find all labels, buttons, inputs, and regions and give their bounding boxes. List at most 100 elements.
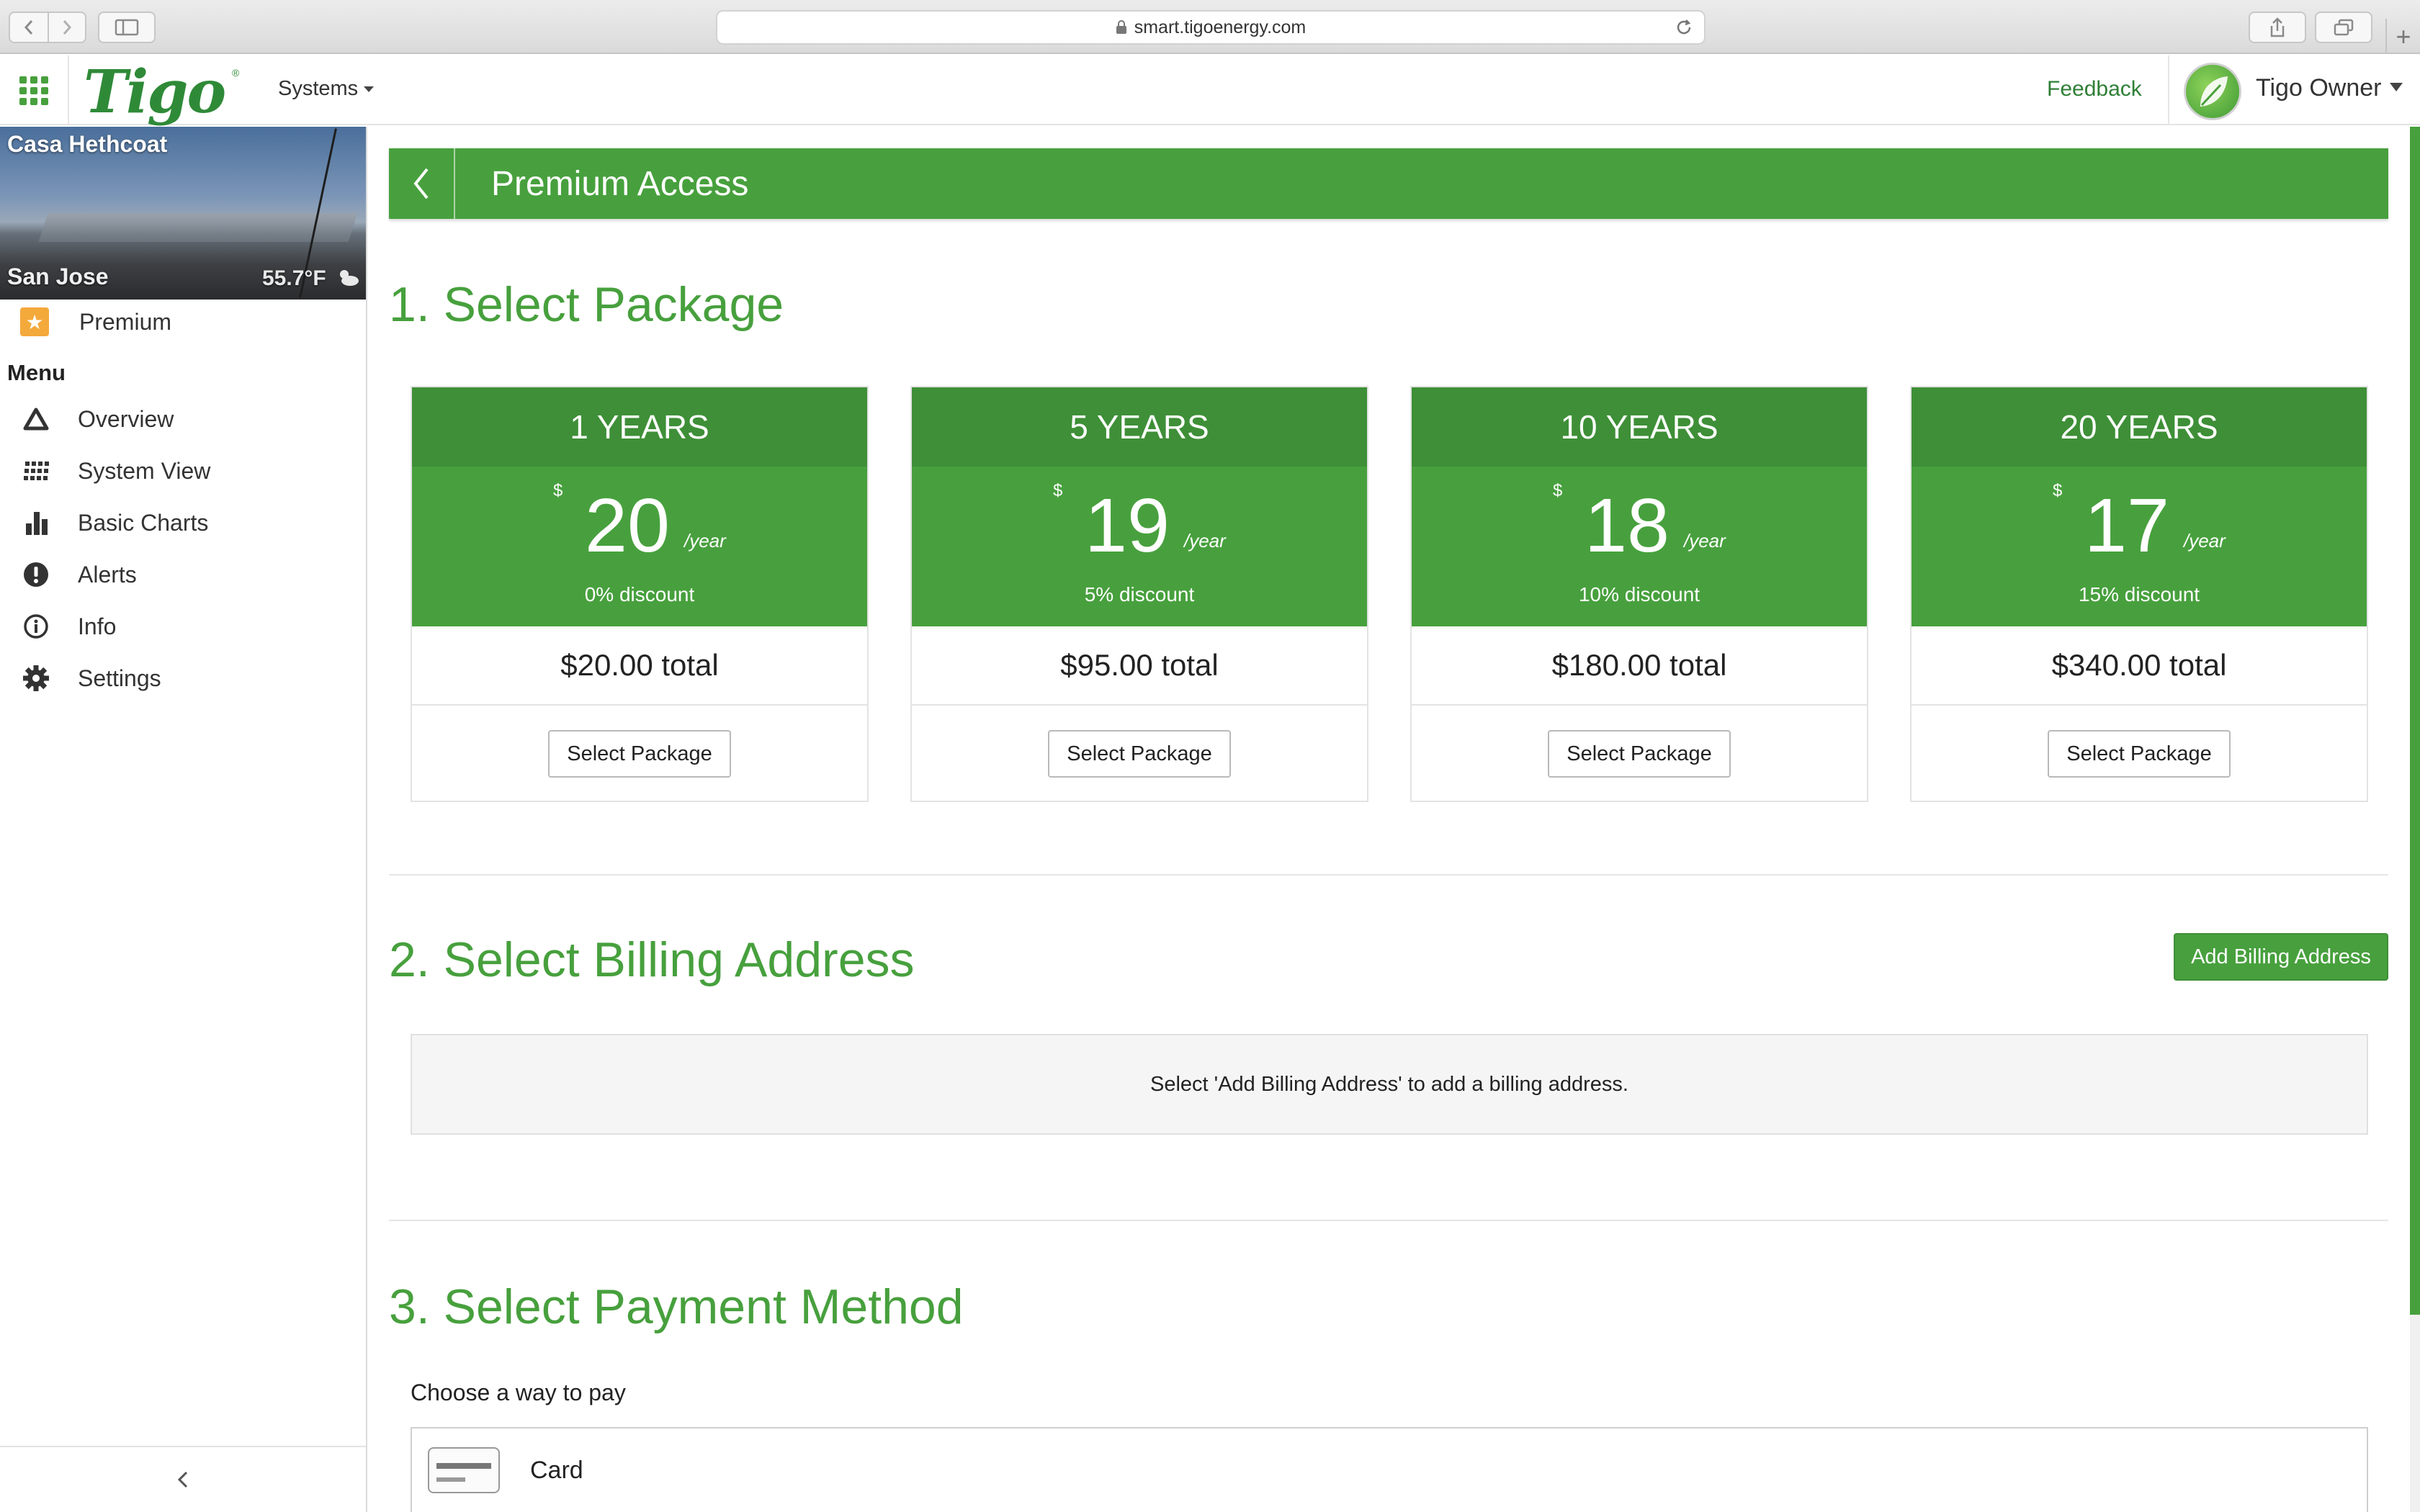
chevron-left-icon: [24, 20, 33, 35]
sidebar-item-system-view[interactable]: System View: [0, 445, 366, 497]
user-menu[interactable]: Tigo Owner: [2168, 55, 2420, 125]
chevron-left-icon: [413, 168, 429, 199]
package-card: 1 YEARS $ 20 /year 0% discount $20.00 to…: [411, 386, 869, 802]
address-bar[interactable]: smart.tigoenergy.com: [716, 10, 1706, 45]
package-action: Select Package: [912, 706, 1367, 802]
discount-label: 15% discount: [2078, 583, 2200, 606]
sidebar-item-label: System View: [78, 457, 211, 484]
section-title-payment: 3. Select Payment Method: [389, 1279, 964, 1334]
package-card: 10 YEARS $ 18 /year 10% discount $180.00…: [1410, 386, 1868, 802]
sidebar-item-overview[interactable]: Overview: [0, 393, 366, 445]
select-package-button[interactable]: Select Package: [2048, 730, 2231, 778]
plus-icon: +: [2396, 21, 2411, 51]
billing-address-empty-state: Select 'Add Billing Address' to add a bi…: [411, 1034, 2368, 1135]
leaf-icon: [2200, 76, 2228, 107]
select-package-button[interactable]: Select Package: [1048, 730, 1231, 778]
user-name: Tigo Owner: [2256, 74, 2382, 102]
site-card[interactable]: Casa Hethcoat San Jose 55.7°F: [0, 127, 366, 300]
site-city: San Jose: [7, 264, 109, 289]
price-period: /year: [1684, 530, 1726, 552]
tigo-logo[interactable]: Tigo: [84, 60, 226, 125]
site-photo-roof: [38, 213, 358, 242]
select-package-button[interactable]: Select Package: [548, 730, 731, 778]
sidebar-item-basic-charts[interactable]: Basic Charts: [0, 497, 366, 549]
lock-icon: [1116, 20, 1127, 35]
select-package-button[interactable]: Select Package: [1548, 730, 1731, 778]
app-header: Tigo ® Systems Feedback Tigo Owner: [0, 55, 2420, 125]
scrollbar-track[interactable]: [2410, 1315, 2420, 1512]
page-title: Premium Access: [491, 165, 749, 203]
back-button[interactable]: [389, 148, 455, 219]
new-tab-button[interactable]: +: [2385, 19, 2420, 54]
grid-icon: [16, 460, 56, 482]
sidebar-icon: [115, 19, 139, 36]
price-amount: 19: [1085, 483, 1170, 568]
currency-symbol: $: [1053, 481, 1063, 500]
package-card: 20 YEARS $ 17 /year 15% discount $340.00…: [1910, 386, 2368, 802]
section-title-billing: 2. Select Billing Address: [389, 932, 915, 987]
reload-icon[interactable]: [1674, 17, 1694, 37]
url-text: smart.tigoenergy.com: [1134, 17, 1307, 37]
back-nav-button[interactable]: [10, 13, 48, 42]
credit-card-icon: [428, 1447, 500, 1493]
sidebar-item-label: Info: [78, 613, 117, 639]
package-price: $ 19 /year 5% discount: [912, 467, 1367, 626]
feedback-link[interactable]: Feedback: [2047, 77, 2142, 102]
tabs-icon: [2334, 19, 2354, 36]
forward-nav-button[interactable]: [47, 13, 85, 42]
sidebar-item-label: Alerts: [78, 561, 137, 588]
menu-heading: Menu: [7, 360, 66, 385]
history-nav: [9, 12, 86, 43]
caret-down-icon: [364, 86, 375, 92]
systems-dropdown[interactable]: Systems: [278, 77, 375, 101]
package-action: Select Package: [412, 706, 867, 802]
price-period: /year: [684, 530, 726, 552]
section-title-package: 1. Select Package: [389, 277, 784, 332]
apps-grid-icon: [19, 76, 48, 105]
price-period: /year: [1184, 530, 1226, 552]
package-total: $340.00 total: [1912, 626, 2367, 706]
price-period: /year: [2184, 530, 2226, 552]
sidebar-item-label: Settings: [78, 665, 161, 691]
share-button[interactable]: [2249, 12, 2306, 43]
section-divider: [389, 874, 2388, 876]
gear-icon: [16, 665, 56, 692]
payment-option-card[interactable]: Card: [411, 1427, 2368, 1512]
scrollbar-thumb[interactable]: [2410, 127, 2420, 1315]
package-term: 10 YEARS: [1412, 387, 1867, 467]
sidebar: Casa Hethcoat San Jose 55.7°F ★ Premium …: [0, 127, 367, 1512]
star-icon: ★: [20, 307, 49, 336]
add-billing-address-button[interactable]: Add Billing Address: [2174, 933, 2388, 981]
discount-label: 0% discount: [584, 583, 695, 606]
currency-symbol: $: [553, 481, 563, 500]
bar-chart-icon: [16, 510, 56, 535]
page-header: Premium Access: [389, 148, 2388, 219]
toggle-sidebar-button[interactable]: [98, 12, 156, 43]
payment-prompt: Choose a way to pay: [411, 1380, 626, 1405]
package-total: $95.00 total: [912, 626, 1367, 706]
payment-option-label: Card: [530, 1456, 583, 1484]
alert-icon: [16, 562, 56, 588]
chevron-right-icon: [63, 20, 71, 35]
chevron-left-icon: [177, 1471, 188, 1488]
package-action: Select Package: [1912, 706, 2367, 802]
share-icon: [2270, 17, 2285, 37]
tab-overview-button[interactable]: [2315, 12, 2372, 43]
main-content: Premium Access 1. Select Package 1 YEARS…: [369, 127, 2388, 1512]
sidebar-item-label: Premium: [79, 308, 172, 335]
sidebar-item-alerts[interactable]: Alerts: [0, 549, 366, 600]
price-amount: 17: [2084, 483, 2169, 568]
sidebar-item-premium[interactable]: ★ Premium: [0, 302, 366, 341]
triangle-icon: [16, 408, 56, 431]
registered-mark: ®: [232, 67, 240, 78]
sidebar-item-settings[interactable]: Settings: [0, 652, 366, 704]
collapse-sidebar-button[interactable]: [0, 1446, 366, 1512]
package-card: 5 YEARS $ 19 /year 5% discount $95.00 to…: [910, 386, 1368, 802]
sidebar-item-label: Basic Charts: [78, 509, 209, 536]
site-name: Casa Hethcoat: [7, 131, 168, 157]
apps-launcher-button[interactable]: [0, 55, 69, 125]
systems-label: Systems: [278, 77, 359, 100]
sidebar-menu: Overview System View Basic Charts Alerts…: [0, 393, 366, 704]
sidebar-item-info[interactable]: Info: [0, 600, 366, 652]
currency-symbol: $: [2053, 481, 2063, 500]
